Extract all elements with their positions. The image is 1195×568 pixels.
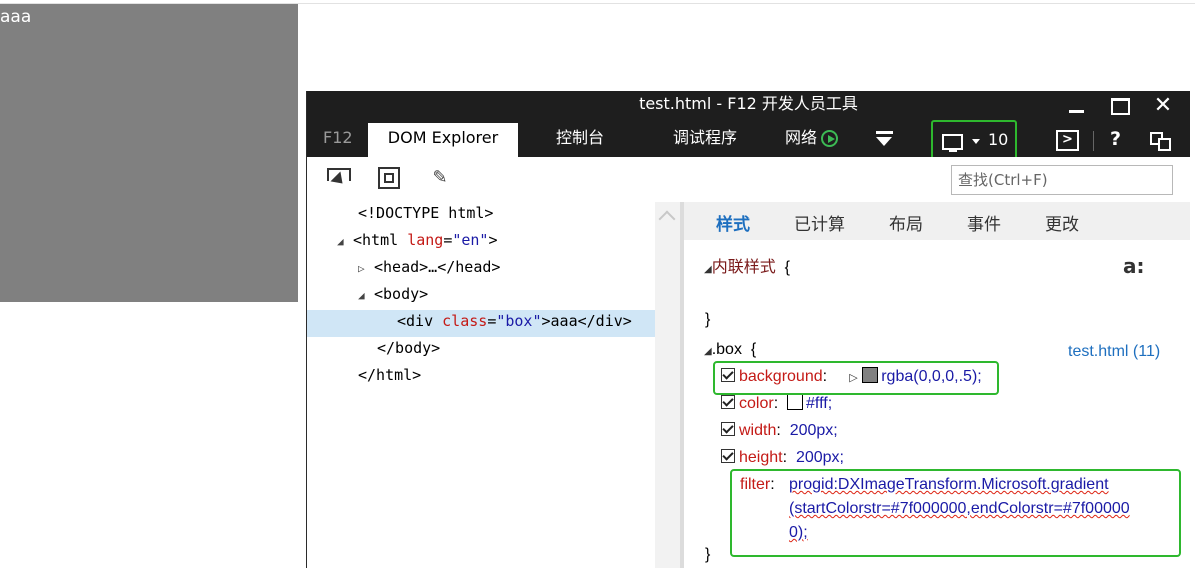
window-title: test.html - F12 开发人员工具 (639, 94, 858, 113)
highlight-filter (730, 469, 1181, 557)
tool-tabs: F12 DOM Explorer 控制台 调试程序 网络 10 > ? (307, 120, 1190, 160)
expanded-triangle-icon[interactable]: ◢ (358, 285, 374, 307)
minimize-icon (1069, 110, 1084, 113)
dom-scrollbar[interactable] (655, 202, 680, 568)
subtab-styles[interactable]: 样式 (716, 210, 750, 235)
color-swatch[interactable] (787, 394, 804, 410)
f12-devtools-window: test.html - F12 开发人员工具 ✕ F12 DOM Explore… (306, 91, 1190, 568)
checkbox[interactable] (721, 395, 735, 409)
select-element-icon[interactable] (326, 166, 351, 190)
dom-node-html-close[interactable]: </html> (358, 364, 421, 391)
close-button[interactable]: ✕ (1150, 95, 1176, 117)
declaration-color[interactable]: color: #fff; (721, 393, 832, 415)
scroll-up-icon[interactable] (658, 210, 676, 228)
box-rule-selector[interactable]: ◢.box { (704, 339, 756, 363)
divider (1093, 131, 1094, 151)
tab-network[interactable]: 网络 (785, 123, 839, 157)
monitor-icon (942, 134, 963, 152)
subtab-events[interactable]: 事件 (967, 210, 1001, 235)
dom-node-body[interactable]: ◢ <body> (358, 283, 428, 310)
tab-debugger[interactable]: 调试程序 (673, 123, 737, 157)
tab-console[interactable]: 控制台 (556, 123, 604, 157)
dom-node-head[interactable]: ▷ <head>…</head> (358, 256, 500, 283)
declaration-width[interactable]: width: 200px; (721, 420, 838, 442)
declaration-height[interactable]: height: 200px; (721, 447, 844, 469)
tab-f12: F12 (323, 128, 353, 147)
console-prompt-icon[interactable]: > (1056, 130, 1079, 151)
subtab-changes[interactable]: 更改 (1045, 210, 1079, 235)
color-picker-icon[interactable]: ✎ (428, 166, 452, 190)
rule-source-link[interactable]: test.html (11) (1068, 341, 1160, 363)
tab-network-label: 网络 (785, 128, 818, 147)
minimize-button[interactable] (1063, 95, 1089, 117)
box-rule-close: } (705, 546, 711, 563)
dom-toolbar: ✎ 查找(Ctrl+F) (307, 157, 1190, 203)
tab-dom-explorer[interactable]: DOM Explorer (368, 123, 518, 157)
play-icon (821, 130, 839, 147)
styles-pane: 样式 已计算 布局 事件 更改 ◢内联样式 { a: } ◢.box { tes… (684, 202, 1190, 568)
find-input[interactable]: 查找(Ctrl+F) (951, 165, 1173, 195)
help-button[interactable]: ? (1110, 127, 1121, 151)
highlight-element-icon[interactable] (377, 166, 401, 190)
dom-node-div-selected[interactable]: <div class="box">aaa</div> (307, 310, 655, 337)
emulation-version: 10 (988, 130, 1009, 149)
dom-tree: <!DOCTYPE html> ◢ <html lang="en"> ▷ <head… (307, 202, 655, 568)
checkbox[interactable] (721, 422, 735, 436)
expanded-triangle-icon[interactable]: ◢ (337, 231, 353, 253)
chevron-down-icon (972, 139, 980, 144)
more-tools-button[interactable] (876, 131, 893, 149)
inline-style-rule[interactable]: ◢内联样式 { (704, 257, 790, 281)
gray-box: aaa (0, 4, 298, 302)
subtab-computed[interactable]: 已计算 (794, 210, 845, 235)
expanded-triangle-icon[interactable]: ◢ (704, 346, 712, 357)
box-text: aaa (0, 7, 32, 27)
maximize-button[interactable] (1107, 95, 1133, 117)
dom-node-doctype[interactable]: <!DOCTYPE html> (358, 202, 493, 229)
maximize-icon (1111, 98, 1130, 115)
checkbox[interactable] (721, 449, 735, 463)
title-bar: test.html - F12 开发人员工具 ✕ F12 DOM Explore… (307, 91, 1190, 160)
subtab-layout[interactable]: 布局 (889, 210, 923, 235)
text-attributes-icon[interactable]: a: (1123, 254, 1145, 278)
expanded-triangle-icon[interactable]: ◢ (704, 264, 712, 275)
emulation-button[interactable]: 10 (931, 120, 1017, 160)
highlight-background (713, 361, 999, 395)
inline-style-close: } (705, 311, 711, 328)
dom-node-body-close[interactable]: </body> (377, 337, 440, 364)
collapsed-triangle-icon[interactable]: ▷ (358, 258, 374, 280)
dom-node-html[interactable]: ◢ <html lang="en"> (337, 229, 498, 256)
styles-subtabs: 样式 已计算 布局 事件 更改 (684, 202, 1190, 240)
undock-button[interactable] (1150, 132, 1172, 151)
